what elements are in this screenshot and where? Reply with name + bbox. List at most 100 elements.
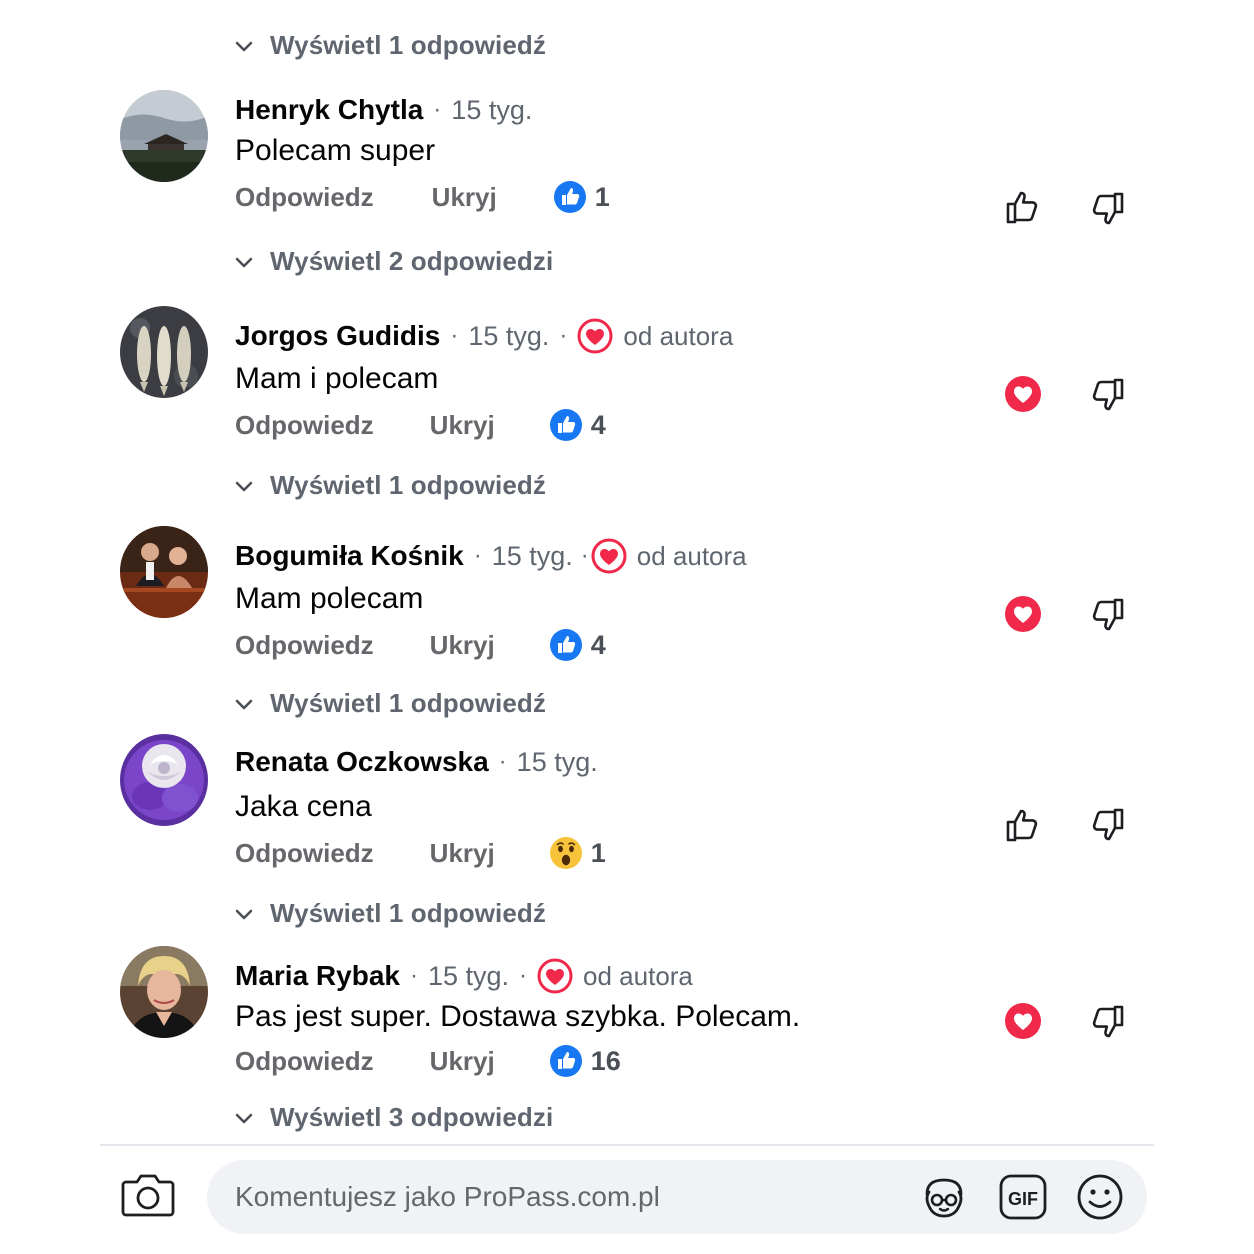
comment-input[interactable] [235, 1174, 915, 1220]
comment: Renata Oczkowska · 15 tyg. Jaka cena Odp… [0, 734, 1254, 894]
heart-icon [1002, 593, 1044, 635]
author-badge: od autora [583, 960, 693, 991]
comment-text: Jaka cena [235, 790, 372, 823]
reaction-count: 4 [590, 409, 606, 440]
thumb-down-icon [1086, 804, 1128, 846]
chevron-down-icon [232, 34, 256, 58]
separator-dot: · [433, 96, 442, 123]
thumb-up-icon [1002, 804, 1044, 846]
avatar-sticker-icon [925, 1178, 963, 1218]
hide-button[interactable]: Ukryj [432, 182, 497, 213]
separator-dot: · [450, 322, 459, 349]
chevron-down-icon [232, 1106, 256, 1130]
downvote-button[interactable] [1086, 374, 1128, 416]
separator-dot: · [498, 748, 507, 775]
view-replies-label: Wyświetl 1 odpowiedź [270, 898, 547, 928]
heart-icon [1002, 373, 1044, 415]
heart-icon [577, 318, 613, 354]
comment-text: Mam i polecam [235, 362, 439, 395]
heart-icon [591, 538, 627, 574]
view-replies-link[interactable]: Wyświetl 3 odpowiedzi [232, 1102, 553, 1133]
author-heart-button[interactable] [1002, 373, 1044, 415]
timestamp[interactable]: 15 tyg. [468, 321, 549, 352]
reply-button[interactable]: Odpowiedz [235, 838, 374, 869]
timestamp[interactable]: 15 tyg. [517, 747, 598, 778]
downvote-button[interactable] [1086, 1001, 1128, 1043]
thumb-down-icon [1086, 188, 1128, 230]
reaction-summary[interactable]: 1 [549, 836, 606, 870]
hide-button[interactable]: Ukryj [430, 1046, 495, 1077]
reaction-summary[interactable]: 4 [549, 408, 606, 442]
separator-dot: · [559, 322, 568, 349]
author-badge: od autora [623, 320, 734, 351]
chevron-down-icon [232, 902, 256, 926]
separator-dot: · [409, 962, 418, 989]
avatar[interactable] [120, 526, 208, 618]
upvote-button[interactable] [1002, 804, 1044, 846]
author-name[interactable]: Bogumiła Kośnik [235, 540, 464, 572]
author-name[interactable]: Henryk Chytla [235, 94, 423, 126]
timestamp[interactable]: 15 tyg. [451, 95, 532, 126]
camera-icon [121, 1174, 175, 1217]
separator-dot: · [519, 962, 528, 989]
avatar-sticker-button[interactable] [919, 1172, 969, 1222]
comment: Henryk Chytla · 15 tyg. Polecam super Od… [0, 90, 1254, 250]
timestamp[interactable]: 15 tyg. [492, 541, 573, 572]
reaction-summary[interactable]: 1 [553, 180, 610, 214]
like-icon [549, 1044, 583, 1078]
comment-composer: GIF [207, 1160, 1147, 1234]
separator-dot: · [580, 542, 589, 569]
view-replies-link[interactable]: Wyświetl 1 odpowiedź [232, 688, 546, 719]
downvote-button[interactable] [1086, 804, 1128, 846]
comment: Bogumiła Kośnik · 15 tyg. · od autora Ma… [0, 526, 1254, 686]
reply-button[interactable]: Odpowiedz [235, 182, 374, 213]
hide-button[interactable]: Ukryj [430, 410, 495, 441]
downvote-button[interactable] [1086, 188, 1128, 230]
author-name[interactable]: Renata Oczkowska [235, 746, 489, 778]
comment-text: Mam polecam [235, 582, 424, 615]
like-icon [549, 408, 583, 442]
thumb-down-icon [1086, 1001, 1128, 1043]
avatar[interactable] [120, 90, 208, 182]
reaction-count: 4 [590, 629, 606, 660]
thumb-down-icon [1086, 374, 1128, 416]
view-replies-link[interactable]: Wyświetl 2 odpowiedzi [232, 246, 553, 277]
author-name[interactable]: Jorgos Gudidis [235, 320, 440, 352]
camera-button[interactable] [120, 1170, 176, 1220]
view-replies-label: Wyświetl 1 odpowiedź [270, 30, 547, 60]
view-replies-link[interactable]: Wyświetl 1 odpowiedź [232, 898, 546, 929]
view-replies-label: Wyświetl 1 odpowiedź [270, 470, 547, 500]
chevron-down-icon [232, 474, 256, 498]
gif-icon: GIF [999, 1174, 1047, 1220]
author-heart-button[interactable] [1002, 593, 1044, 635]
comment-text: Pas jest super. Dostawa szybka. Polecam. [235, 1000, 801, 1033]
view-replies-label: Wyświetl 1 odpowiedź [270, 688, 547, 718]
reply-button[interactable]: Odpowiedz [235, 410, 374, 441]
view-replies-label: Wyświetl 3 odpowiedzi [270, 1102, 554, 1132]
hide-button[interactable]: Ukryj [430, 838, 495, 869]
view-replies-link[interactable]: Wyświetl 1 odpowiedź [232, 30, 546, 61]
author-name[interactable]: Maria Rybak [235, 960, 400, 992]
emoji-icon [1077, 1174, 1123, 1220]
chevron-down-icon [232, 250, 256, 274]
reply-button[interactable]: Odpowiedz [235, 630, 374, 661]
reply-button[interactable]: Odpowiedz [235, 1046, 374, 1077]
reaction-count: 16 [590, 1045, 621, 1076]
avatar[interactable] [120, 734, 208, 826]
view-replies-link[interactable]: Wyświetl 1 odpowiedź [232, 470, 546, 501]
author-heart-button[interactable] [1002, 1000, 1044, 1042]
avatar[interactable] [120, 946, 208, 1038]
timestamp[interactable]: 15 tyg. [428, 961, 509, 992]
thumb-up-icon [1002, 186, 1044, 228]
like-icon [549, 628, 583, 662]
gif-button[interactable]: GIF [998, 1172, 1048, 1222]
emoji-button[interactable] [1075, 1172, 1125, 1222]
reaction-summary[interactable]: 16 [549, 1044, 621, 1078]
hide-button[interactable]: Ukryj [430, 630, 495, 661]
heart-icon [1002, 1000, 1044, 1042]
reaction-summary[interactable]: 4 [549, 628, 606, 662]
avatar[interactable] [120, 306, 208, 398]
author-badge: od autora [636, 540, 747, 571]
upvote-button[interactable] [1002, 186, 1044, 228]
downvote-button[interactable] [1086, 594, 1128, 636]
